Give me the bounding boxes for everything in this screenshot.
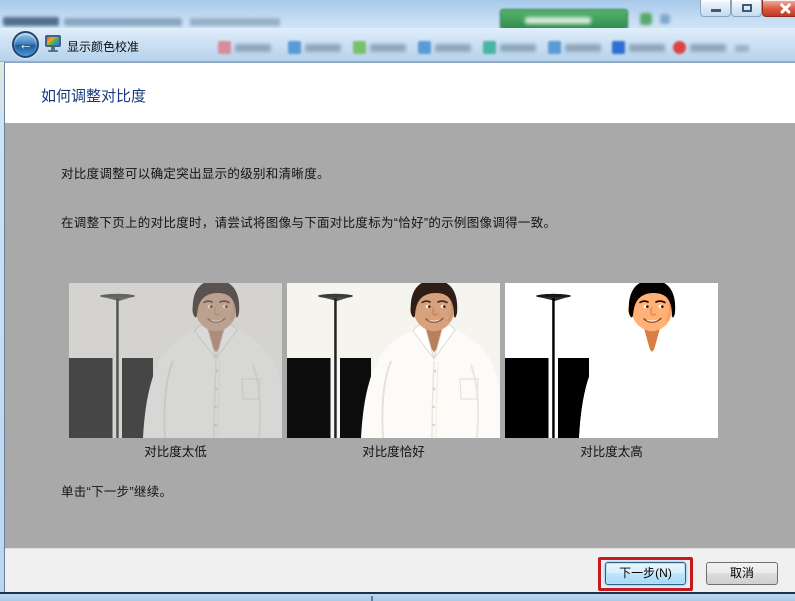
back-arrow-icon: ← — [18, 36, 33, 52]
wizard-titlebar: ← 显示颜色校准 — [0, 28, 795, 62]
bookmark-text-blur — [305, 44, 341, 52]
wizard-window: 如何调整对比度 对比度调整可以确定突出显示的级别和清晰度。 在调整下页上的对比度… — [4, 62, 795, 593]
browser-url-text-blur — [64, 18, 182, 26]
window-bottom-glass-border — [0, 592, 795, 601]
display-calibration-icon — [45, 35, 61, 52]
bookmark-favicon — [673, 41, 686, 54]
maximize-button[interactable] — [731, 0, 762, 17]
bookmark-favicon — [612, 41, 625, 54]
bookmark-favicon — [483, 41, 496, 54]
bookmark-text-blur — [629, 44, 665, 52]
back-button[interactable]: ← — [12, 31, 39, 58]
close-button[interactable] — [762, 0, 795, 17]
wizard-body: 对比度调整可以确定突出显示的级别和清晰度。 在调整下页上的对比度时，请尝试将图像… — [5, 123, 795, 548]
bookmark-text-blur — [235, 44, 271, 52]
page-title: 如何调整对比度 — [41, 88, 147, 105]
bookmark-favicon — [218, 41, 231, 54]
bookmark-text-blur — [500, 44, 536, 52]
browser-url-text-blur — [190, 18, 280, 26]
photo-man-high-contrast — [505, 283, 718, 438]
browser-toolbar-icon — [660, 14, 670, 24]
browser-url-text-blur — [3, 17, 59, 26]
example-image-contrast-too-high — [505, 283, 718, 438]
minimize-icon — [711, 9, 721, 12]
bookmark-text-blur — [565, 44, 601, 52]
window-controls — [700, 0, 795, 17]
example-image-contrast-just-right — [287, 283, 500, 438]
browser-green-button[interactable] — [500, 9, 628, 30]
wizard-title: 显示颜色校准 — [67, 40, 140, 54]
instruction-paragraph-2: 在调整下页上的对比度时，请尝试将图像与下面对比度标为“恰好”的示例图像调得一致。 — [61, 216, 557, 230]
browser-green-button-label-blur — [525, 17, 591, 24]
example-image-contrast-too-low — [69, 283, 282, 438]
bookmark-favicon — [288, 41, 301, 54]
instruction-paragraph-3: 单击“下一步”继续。 — [61, 485, 173, 499]
example-label-too-low: 对比度太低 — [144, 445, 207, 459]
minimize-button[interactable] — [700, 0, 731, 17]
wizard-header: 如何调整对比度 — [5, 63, 795, 123]
taskbar-divider-line — [371, 596, 373, 601]
wizard-footer: 下一步(N) 取消 — [5, 548, 795, 593]
browser-toolbar-icon — [640, 13, 652, 25]
monitor-base — [48, 50, 58, 52]
bookmark-overflow-blur — [735, 45, 749, 52]
monitor-screen — [45, 35, 61, 47]
next-button[interactable]: 下一步(N) — [605, 562, 686, 585]
photo-man-good-contrast — [287, 283, 500, 438]
instruction-paragraph-1: 对比度调整可以确定突出显示的级别和清晰度。 — [61, 167, 330, 181]
bookmark-favicon — [353, 41, 366, 54]
bookmark-text-blur — [690, 44, 726, 52]
maximize-icon — [742, 4, 752, 12]
bookmark-favicon — [418, 41, 431, 54]
photo-man-low-contrast — [69, 283, 282, 438]
cancel-button[interactable]: 取消 — [706, 562, 778, 585]
bookmark-text-blur — [435, 44, 471, 52]
screen: ← 显示颜色校准 如何调整对比度 对比度调整可以确定突出显示的级别和清晰度。 在… — [0, 0, 795, 601]
example-label-just-right: 对比度恰好 — [362, 445, 425, 459]
bookmark-favicon — [548, 41, 561, 54]
example-label-too-high: 对比度太高 — [580, 445, 643, 459]
bookmark-text-blur — [370, 44, 406, 52]
